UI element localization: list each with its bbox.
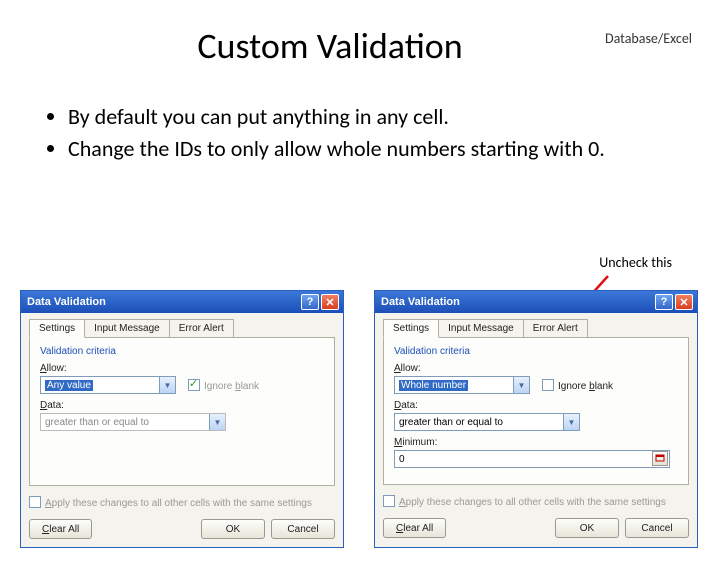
data-label: Data:: [394, 400, 678, 411]
range-picker-icon[interactable]: [652, 451, 668, 466]
dialog-tabs: Settings Input Message Error Alert: [383, 319, 697, 338]
close-icon[interactable]: ✕: [321, 294, 339, 310]
ignore-blank-checkbox[interactable]: Ignore blank: [188, 379, 259, 392]
minimum-label: Minimum:: [394, 437, 678, 448]
apply-all-checkbox: Apply these changes to all other cells w…: [29, 494, 335, 511]
clear-all-button[interactable]: Clear All: [383, 518, 446, 538]
section-label: Validation criteria: [40, 346, 324, 357]
bullet-list: By default you can put anything in any c…: [28, 102, 720, 163]
allow-select[interactable]: Whole number ▼: [394, 376, 530, 394]
tab-settings[interactable]: Settings: [29, 319, 85, 338]
tab-error-alert[interactable]: Error Alert: [169, 319, 234, 338]
header-context: Database/Excel: [605, 30, 692, 47]
clear-all-button[interactable]: Clear All: [29, 519, 92, 539]
chevron-down-icon: ▼: [209, 414, 225, 430]
minimum-input[interactable]: 0: [394, 450, 670, 468]
cancel-button[interactable]: Cancel: [271, 519, 335, 539]
cancel-button[interactable]: Cancel: [625, 518, 689, 538]
tab-settings[interactable]: Settings: [383, 319, 439, 338]
tab-body: Validation criteria Allow: Any value ▼ I…: [29, 337, 335, 486]
tab-input-message[interactable]: Input Message: [84, 319, 170, 338]
help-icon[interactable]: ?: [301, 294, 319, 310]
help-icon[interactable]: ?: [655, 294, 673, 310]
close-icon[interactable]: ✕: [675, 294, 693, 310]
annotation-uncheck: Uncheck this: [599, 254, 672, 271]
data-validation-dialog-before: Data Validation ? ✕ Settings Input Messa…: [20, 290, 344, 548]
data-label: Data:: [40, 400, 324, 411]
ok-button[interactable]: OK: [201, 519, 265, 539]
apply-all-checkbox: Apply these changes to all other cells w…: [383, 493, 689, 510]
allow-select[interactable]: Any value ▼: [40, 376, 176, 394]
section-label: Validation criteria: [394, 346, 678, 357]
data-validation-dialog-after: Data Validation ? ✕ Settings Input Messa…: [374, 290, 698, 548]
dialog-title: Data Validation: [27, 296, 106, 308]
chevron-down-icon: ▼: [513, 377, 529, 393]
tab-body: Validation criteria Allow: Whole number …: [383, 337, 689, 485]
bullet-item: By default you can put anything in any c…: [68, 102, 720, 132]
tab-error-alert[interactable]: Error Alert: [523, 319, 588, 338]
tab-input-message[interactable]: Input Message: [438, 319, 524, 338]
data-select: greater than or equal to ▼: [40, 413, 226, 431]
ok-button[interactable]: OK: [555, 518, 619, 538]
dialog-title: Data Validation: [381, 296, 460, 308]
dialog-tabs: Settings Input Message Error Alert: [29, 319, 343, 338]
data-select[interactable]: greater than or equal to ▼: [394, 413, 580, 431]
chevron-down-icon: ▼: [563, 414, 579, 430]
ignore-blank-checkbox[interactable]: Ignore blank: [542, 379, 613, 392]
bullet-item: Change the IDs to only allow whole numbe…: [68, 134, 720, 164]
dialog-titlebar: Data Validation ? ✕: [375, 291, 697, 313]
dialog-titlebar: Data Validation ? ✕: [21, 291, 343, 313]
allow-label: Allow:: [40, 363, 324, 374]
chevron-down-icon: ▼: [159, 377, 175, 393]
allow-label: Allow:: [394, 363, 678, 374]
